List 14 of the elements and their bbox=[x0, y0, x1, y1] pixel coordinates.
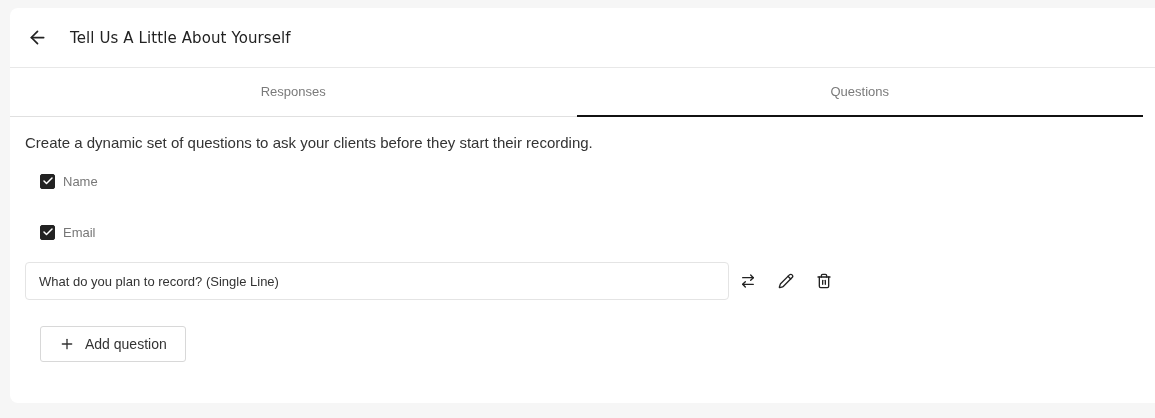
checkbox[interactable] bbox=[40, 173, 55, 189]
trash-icon[interactable] bbox=[816, 273, 832, 289]
tab[interactable]: Responses bbox=[10, 68, 577, 117]
swap-arrows-icon[interactable] bbox=[740, 273, 756, 289]
checkbox-label: Email bbox=[63, 224, 96, 240]
add-question-button[interactable]: Add question bbox=[40, 326, 186, 362]
plus-icon bbox=[59, 336, 75, 352]
checkbox[interactable] bbox=[40, 224, 55, 240]
pencil-icon[interactable] bbox=[778, 273, 794, 289]
checkbox-label: Name bbox=[63, 173, 98, 189]
question-field[interactable]: What do you plan to record? (Single Line) bbox=[25, 262, 729, 300]
description-text: Create a dynamic set of questions to ask your clients before they start their recording. bbox=[25, 134, 594, 151]
tab[interactable]: Questions bbox=[576, 68, 1143, 117]
page-title: Tell Us A Little About Yourself bbox=[70, 28, 291, 47]
